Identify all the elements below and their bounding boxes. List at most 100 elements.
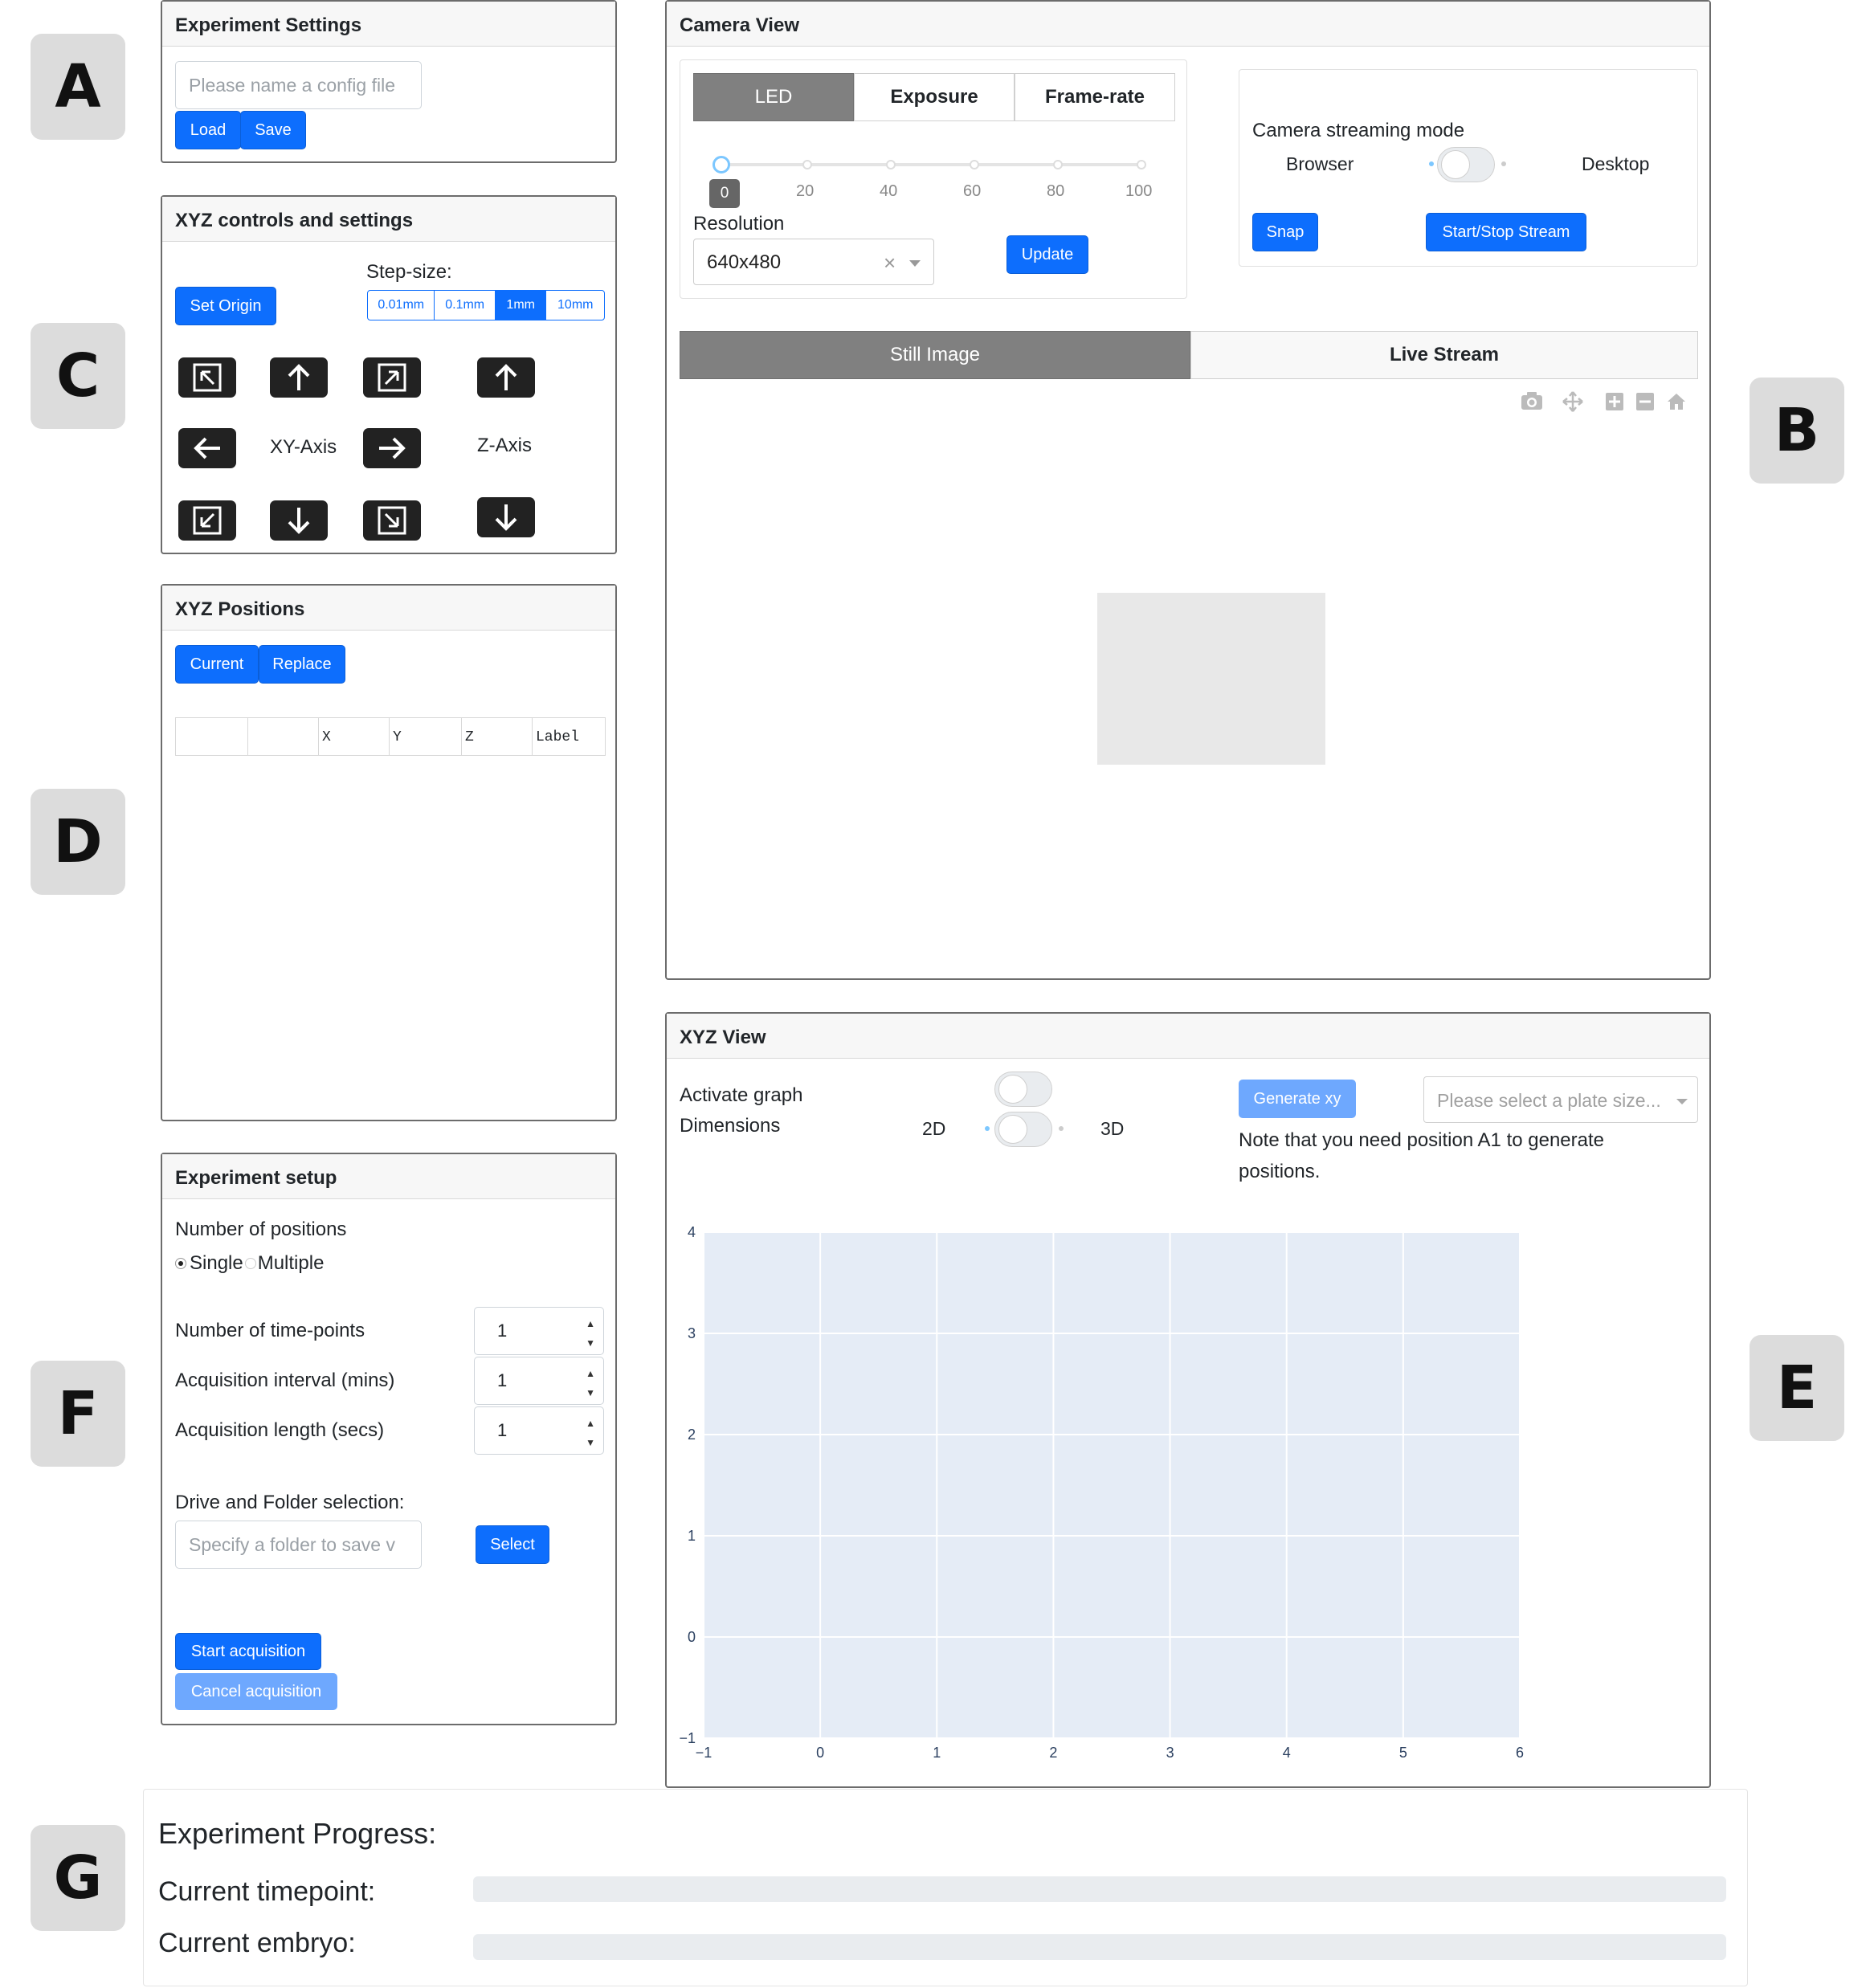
move-down-right-button[interactable] — [363, 500, 421, 541]
load-button[interactable]: Load — [175, 111, 241, 149]
start-stop-stream-button[interactable]: Start/Stop Stream — [1426, 213, 1586, 251]
panel-badge-f: F — [31, 1361, 125, 1467]
generate-xy-button[interactable]: Generate xy — [1239, 1080, 1356, 1118]
col-header-z[interactable]: Z — [462, 718, 533, 755]
radio-multiple[interactable] — [244, 1258, 256, 1269]
move-right-button[interactable] — [363, 428, 421, 468]
y-tick-label: 2 — [688, 1427, 696, 1443]
camera-icon[interactable] — [1520, 390, 1544, 411]
y-tick-label: 0 — [688, 1629, 696, 1645]
set-origin-button[interactable]: Set Origin — [175, 287, 276, 325]
plot-area — [704, 1232, 1520, 1738]
config-name-input[interactable]: Please name a config file — [175, 61, 422, 109]
chevron-down-icon[interactable] — [1676, 1099, 1688, 1104]
timepoints-stepper[interactable]: 1 ▲ ▼ — [474, 1307, 604, 1355]
folder-input[interactable]: Specify a folder to save v — [175, 1521, 422, 1569]
arrow-down-left-icon — [193, 506, 222, 535]
pan-icon[interactable] — [1562, 390, 1584, 413]
home-icon[interactable] — [1666, 392, 1687, 411]
generate-note: Note that you need position A1 to genera… — [1239, 1129, 1605, 1182]
chevron-down-icon[interactable] — [909, 260, 921, 267]
tab-still-image[interactable]: Still Image — [680, 331, 1190, 379]
toggle-indicator-dot — [985, 1126, 990, 1131]
tab-live-stream[interactable]: Live Stream — [1190, 331, 1698, 379]
zoom-out-icon[interactable] — [1635, 392, 1655, 411]
streaming-mode-toggle[interactable] — [1437, 147, 1495, 182]
activate-graph-toggle[interactable] — [994, 1072, 1052, 1107]
panel-badge-b: B — [1750, 378, 1844, 484]
current-button[interactable]: Current — [175, 645, 259, 684]
embryo-label: Current embryo: — [158, 1928, 356, 1958]
slider-tick-label: 60 — [963, 182, 982, 200]
resolution-value: 640x480 — [707, 251, 782, 273]
tab-led[interactable]: LED — [693, 73, 854, 121]
arrow-right-icon — [379, 437, 406, 459]
y-tick-label: 1 — [688, 1528, 696, 1544]
move-left-button[interactable] — [178, 428, 236, 468]
radio-single[interactable] — [175, 1258, 186, 1269]
resolution-select[interactable]: 640x480 × — [693, 239, 934, 285]
interval-value: 1 — [497, 1370, 508, 1390]
arrow-up-right-icon — [378, 363, 406, 392]
panel-badge-e: E — [1750, 1335, 1844, 1441]
x-tick-label: 0 — [816, 1745, 824, 1761]
led-slider-track[interactable] — [721, 163, 1138, 166]
x-tick-label: 3 — [1166, 1745, 1174, 1761]
led-slider-handle[interactable] — [712, 156, 730, 173]
start-acquisition-button[interactable]: Start acquisition — [175, 1633, 321, 1670]
tab-frame-rate[interactable]: Frame-rate — [1015, 73, 1175, 121]
experiment-settings-card: Experiment Settings Please name a config… — [161, 0, 617, 163]
plate-size-select[interactable]: Please select a plate size... — [1423, 1076, 1698, 1123]
dimensions-toggle[interactable] — [994, 1112, 1052, 1147]
xyz-controls-title: XYZ controls and settings — [162, 197, 615, 242]
col-header-x[interactable]: X — [319, 718, 390, 755]
interval-stepper[interactable]: 1 ▲ ▼ — [474, 1357, 604, 1405]
xyz-view-title: XYZ View — [667, 1014, 1709, 1059]
toggle-indicator-dot — [1059, 1126, 1064, 1131]
xyz-view-card: XYZ View Activate graph Dimensions 2D 3D… — [665, 1012, 1711, 1788]
arrow-up-icon — [495, 364, 517, 390]
step-01mm[interactable]: 0.1mm — [435, 291, 496, 320]
positions-radio-group: Single Multiple — [175, 1252, 324, 1275]
select-folder-button[interactable]: Select — [476, 1525, 549, 1564]
cancel-acquisition-button[interactable]: Cancel acquisition — [175, 1673, 337, 1710]
browser-label: Browser — [1286, 153, 1354, 174]
arrow-down-right-icon — [378, 506, 406, 535]
clear-icon[interactable]: × — [884, 251, 896, 276]
timepoint-label: Current timepoint: — [158, 1876, 376, 1907]
step-10mm[interactable]: 10mm — [546, 291, 604, 320]
update-button[interactable]: Update — [1006, 235, 1088, 274]
panel-badge-d: D — [31, 789, 125, 895]
move-z-down-button[interactable] — [477, 497, 535, 537]
move-up-left-button[interactable] — [178, 357, 236, 398]
toggle-knob — [998, 1115, 1027, 1144]
toggle-indicator-dot — [1429, 161, 1434, 166]
plate-size-placeholder: Please select a plate size... — [1437, 1090, 1661, 1111]
move-up-button[interactable] — [270, 357, 328, 398]
step-1mm[interactable]: 1mm — [495, 291, 547, 320]
spin-arrows-icon: ▲ ▼ — [586, 1368, 595, 1398]
move-up-right-button[interactable] — [363, 357, 421, 398]
xyz-graph[interactable]: −1 0 1 2 3 4 5 6 −1 0 1 2 3 4 — [667, 1223, 1709, 1785]
snap-button[interactable]: Snap — [1252, 213, 1318, 251]
save-button[interactable]: Save — [240, 111, 306, 149]
move-down-left-button[interactable] — [178, 500, 236, 541]
length-stepper[interactable]: 1 ▲ ▼ — [474, 1406, 604, 1455]
panel-badge-a: A — [31, 34, 125, 140]
move-down-button[interactable] — [270, 500, 328, 541]
col-header-y[interactable]: Y — [390, 718, 462, 755]
x-tick-label: 4 — [1283, 1745, 1291, 1761]
slider-tick-mark — [802, 160, 812, 169]
replace-button[interactable]: Replace — [259, 645, 345, 684]
move-z-up-button[interactable] — [477, 357, 535, 398]
step-001mm[interactable]: 0.01mm — [368, 291, 435, 320]
activate-graph-label: Activate graph — [680, 1084, 803, 1106]
col-header-label[interactable]: Label — [533, 718, 605, 755]
slider-tick-label: 100 — [1125, 182, 1153, 200]
tab-exposure[interactable]: Exposure — [854, 73, 1015, 121]
spin-arrows-icon: ▲ ▼ — [586, 1318, 595, 1349]
experiment-progress-panel: Experiment Progress: Current timepoint: … — [143, 1789, 1748, 1986]
dimensions-label: Dimensions — [680, 1115, 781, 1137]
arrow-left-icon — [194, 437, 220, 459]
zoom-in-icon[interactable] — [1605, 392, 1624, 411]
